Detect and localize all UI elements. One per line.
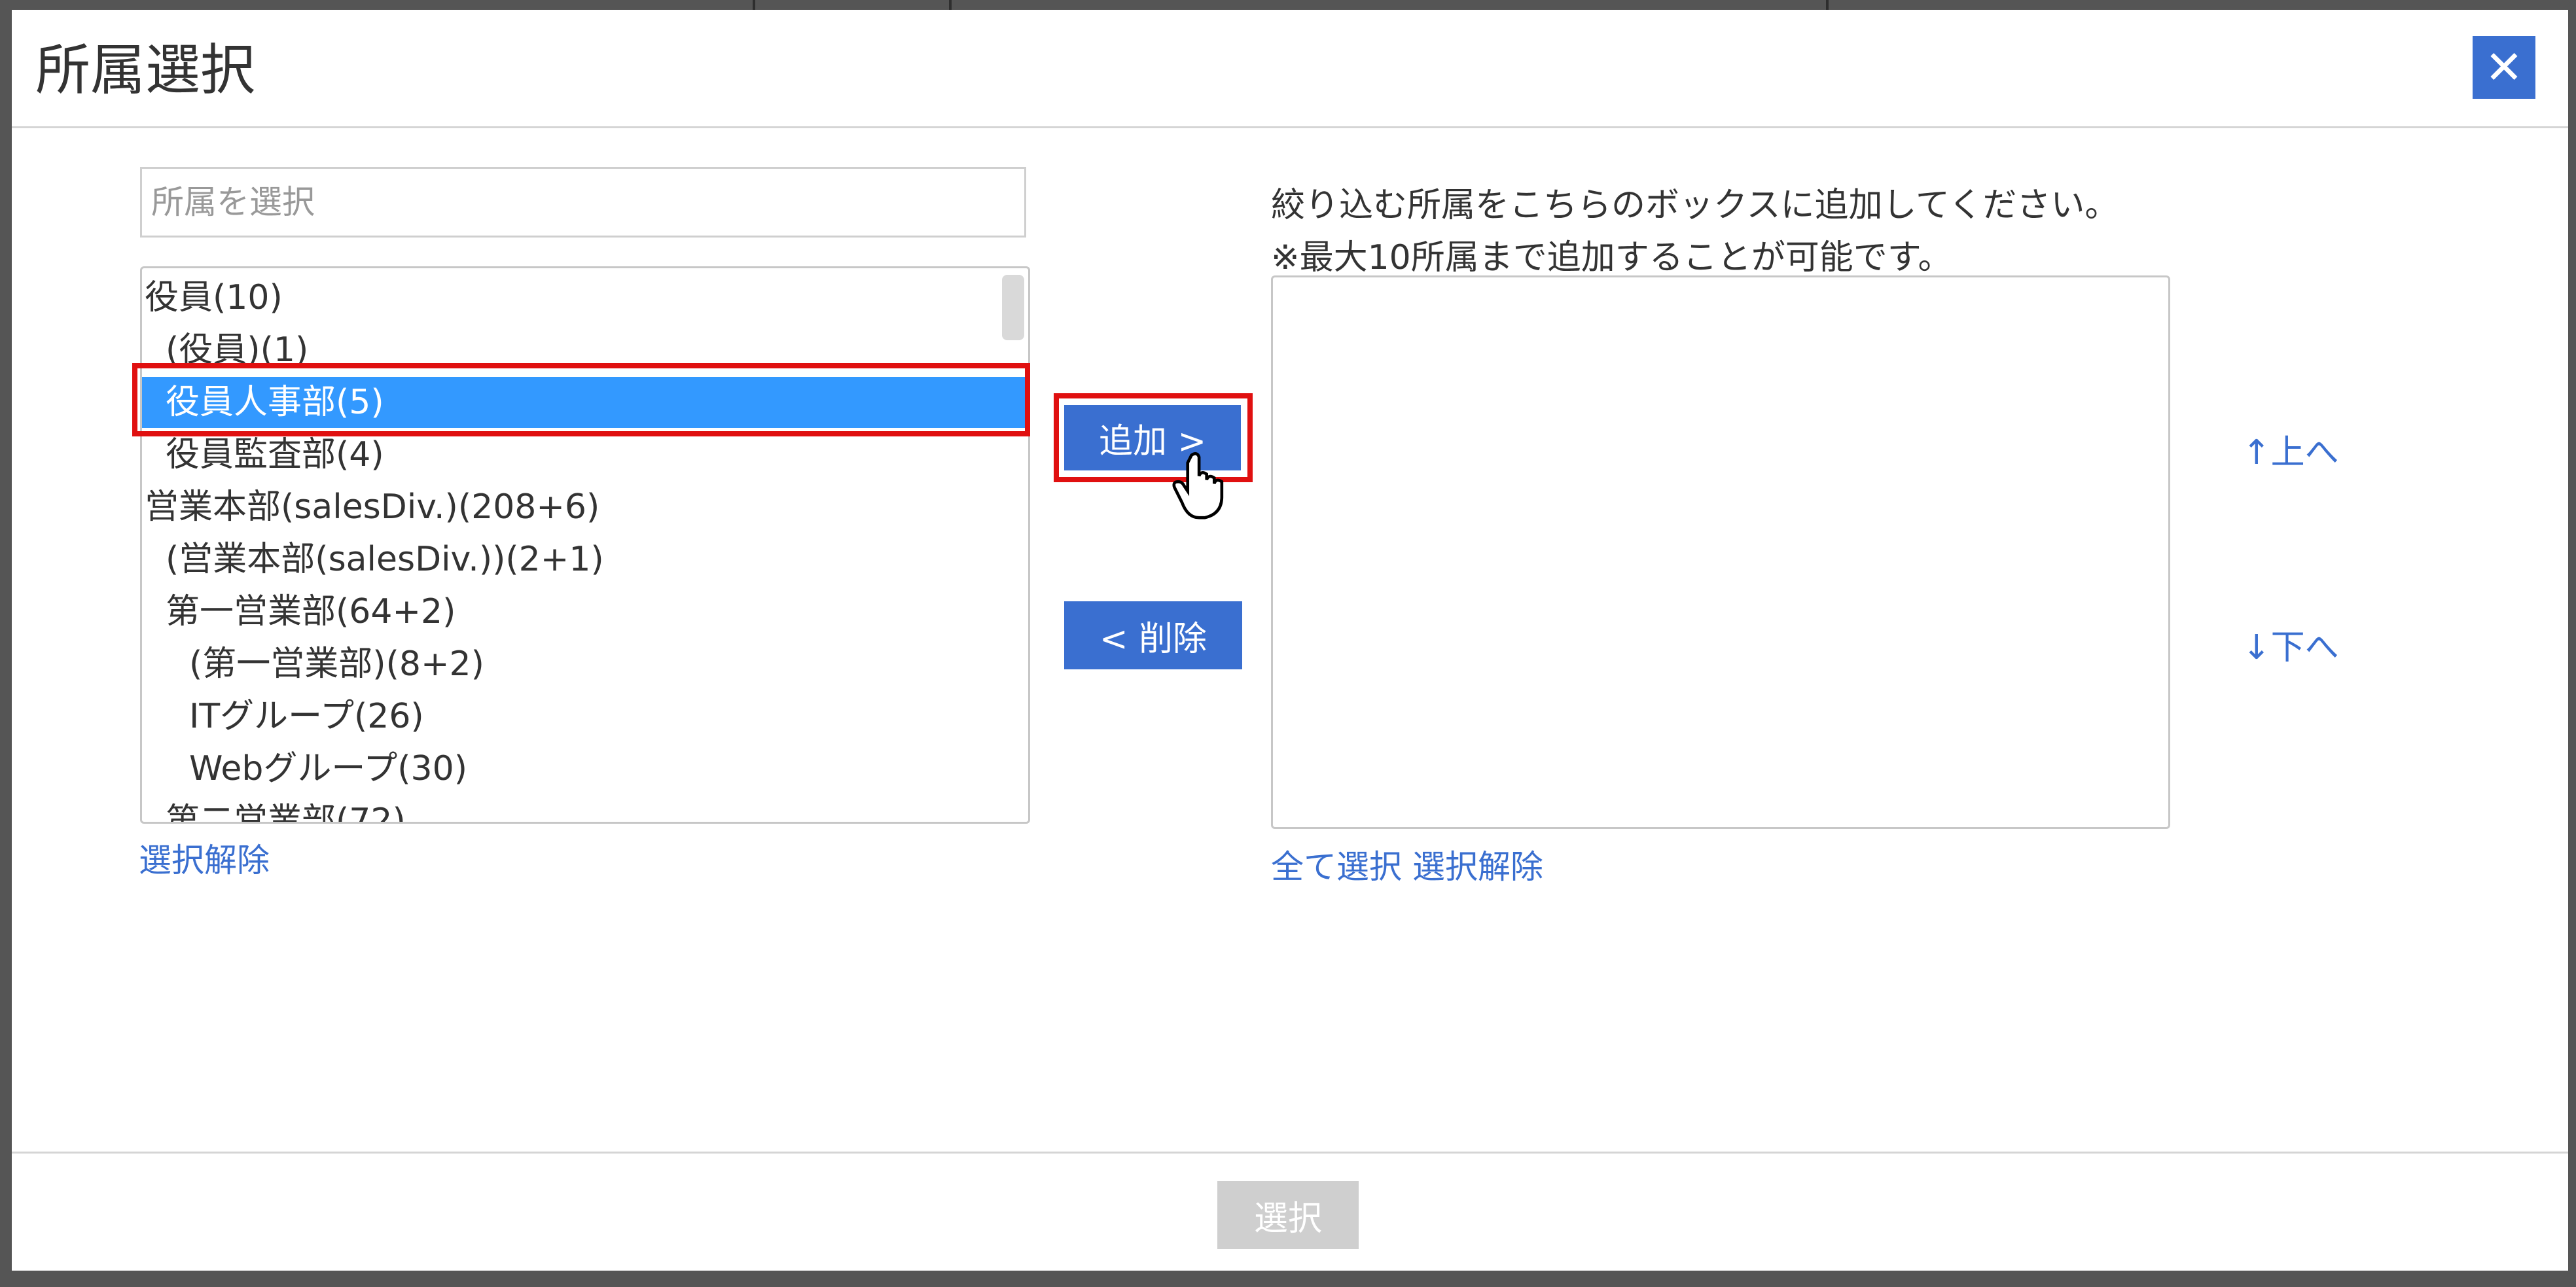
dialog-title: 所属選択 (35, 38, 256, 102)
department-list-item[interactable]: (営業本部(salesDiv.))(2+1) (142, 534, 604, 585)
background-divider (1826, 0, 1829, 10)
left-deselect-link[interactable]: 選択解除 (139, 834, 270, 881)
background-divider (753, 0, 755, 10)
move-down-button[interactable]: ↓下へ (2242, 620, 2339, 669)
department-list-item[interactable]: 第一営業部(64+2) (142, 586, 456, 637)
department-list-item[interactable]: 役員監査部(4) (142, 429, 384, 480)
department-target-list[interactable] (1271, 275, 2170, 829)
department-list-item[interactable]: 役員人事部(5) (142, 377, 1027, 428)
select-button[interactable]: 選択 (1217, 1181, 1359, 1249)
instruction-note: ※最大10所属まで追加することが可能です。 (1271, 238, 1952, 277)
move-up-button[interactable]: ↑上へ (2242, 425, 2339, 474)
department-list-item[interactable]: 第二営業部(72) (142, 796, 406, 822)
background-divider (949, 0, 952, 10)
hand-cursor-icon (1172, 452, 1224, 520)
right-deselect-link[interactable]: 選択解除 (1412, 841, 1543, 888)
department-list-item[interactable]: ITグループ(26) (142, 691, 424, 742)
department-list-item[interactable]: 役員(10) (142, 272, 283, 323)
close-icon: ✕ (2484, 41, 2524, 94)
department-list-item[interactable]: (役員)(1) (142, 325, 308, 376)
footer-divider (12, 1152, 2568, 1154)
dialog-header: 所属選択 ✕ (12, 10, 2568, 128)
department-select-dialog: 所属選択 ✕ 役員(10)(役員)(1)役員人事部(5)役員監査部(4)営業本部… (12, 10, 2568, 1271)
department-list-item[interactable]: 営業本部(salesDiv.)(208+6) (142, 482, 599, 533)
close-button[interactable]: ✕ (2473, 36, 2535, 99)
department-search-input[interactable] (140, 167, 1026, 238)
department-list-item[interactable]: Webグループ(30) (142, 743, 467, 794)
select-all-link[interactable]: 全て選択 (1271, 841, 1402, 888)
remove-button[interactable]: < 削除 (1064, 601, 1242, 669)
list-scrollbar-thumb[interactable] (1002, 275, 1024, 340)
department-source-list[interactable]: 役員(10) (役員)(1) 役員人事部(5) 役員監査部(4) 営業本部(salesD… (140, 266, 1030, 824)
department-list-item[interactable]: (第一営業部)(8+2) (142, 639, 484, 690)
instruction-text: 絞り込む所属をこちらのボックスに追加してください。 (1271, 186, 2119, 225)
